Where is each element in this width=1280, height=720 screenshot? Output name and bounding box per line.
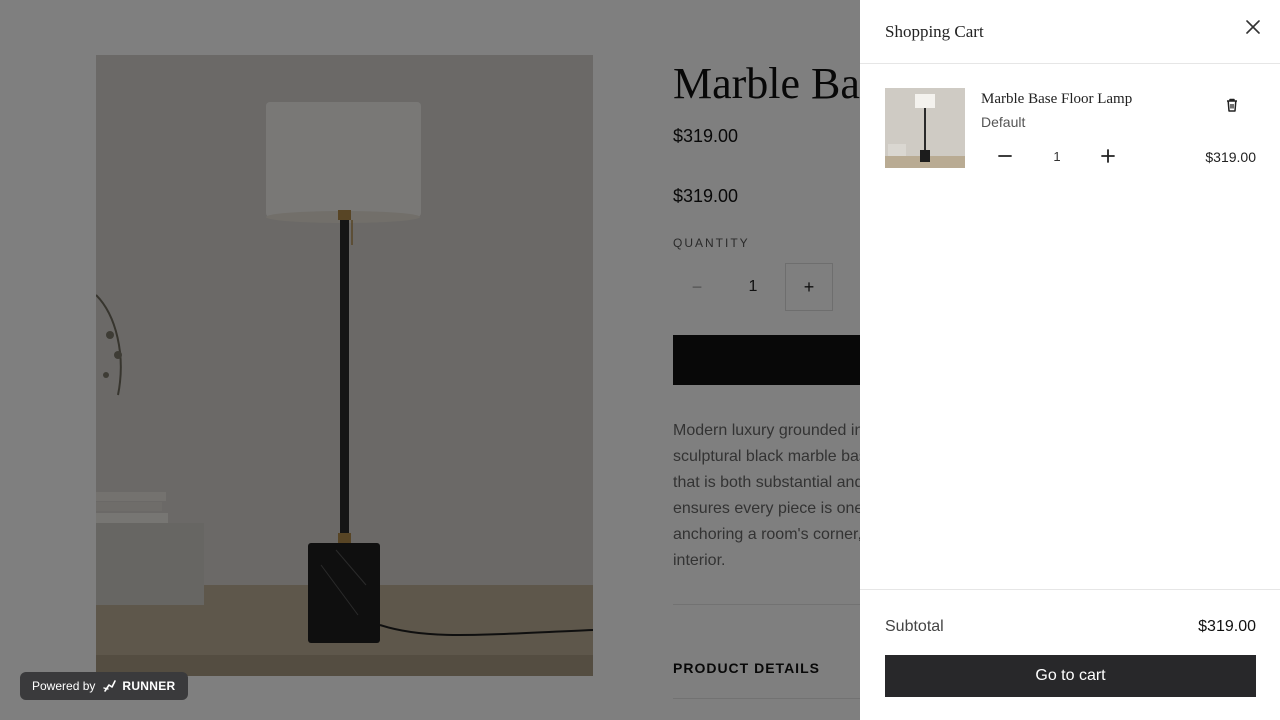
cart-item-name[interactable]: Marble Base Floor Lamp bbox=[981, 91, 1132, 108]
runner-brand: RUNNER bbox=[103, 679, 175, 693]
trash-icon bbox=[1227, 98, 1237, 112]
cart-item-price: $319.00 bbox=[1205, 149, 1256, 165]
item-increase-button[interactable] bbox=[1098, 146, 1118, 166]
cart-item-thumbnail[interactable] bbox=[885, 88, 965, 168]
cart-header: Shopping Cart bbox=[860, 0, 1280, 64]
runner-logo-icon bbox=[103, 680, 117, 692]
minus-icon bbox=[998, 155, 1012, 157]
item-decrease-button[interactable] bbox=[995, 146, 1015, 166]
plus-icon bbox=[1101, 149, 1115, 163]
cart-title: Shopping Cart bbox=[885, 22, 984, 41]
remove-item-button[interactable] bbox=[1223, 96, 1241, 114]
runner-brand-label: RUNNER bbox=[122, 679, 176, 693]
go-to-cart-button[interactable]: Go to cart bbox=[885, 655, 1256, 697]
close-icon bbox=[1246, 20, 1260, 34]
cart-item: Marble Base Floor Lamp Default 1 $319.00 bbox=[885, 88, 1256, 168]
subtotal-value: $319.00 bbox=[1198, 618, 1256, 635]
cart-item-variant: Default bbox=[981, 114, 1026, 130]
close-cart-button[interactable] bbox=[1242, 16, 1264, 38]
subtotal-label: Subtotal bbox=[885, 618, 944, 635]
powered-by-label: Powered by bbox=[32, 679, 96, 693]
powered-by-badge[interactable]: Powered by RUNNER bbox=[20, 672, 188, 700]
cart-footer: Subtotal $319.00 Go to cart bbox=[860, 589, 1280, 720]
item-quantity: 1 bbox=[1053, 149, 1061, 164]
cart-drawer: Shopping Cart Marble Base Floor Lamp Def… bbox=[860, 0, 1280, 720]
